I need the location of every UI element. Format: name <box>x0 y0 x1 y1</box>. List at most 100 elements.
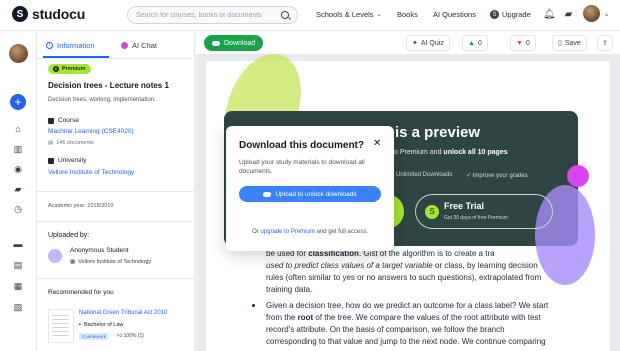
history-icon[interactable]: ◷ <box>13 204 23 214</box>
doc-text-line: corresponding to that value and jump to … <box>266 337 546 346</box>
doc-text-line: rules (often similar to yes or no answer… <box>266 273 542 282</box>
save-label: Save <box>564 39 581 47</box>
upload-to-unlock-button[interactable]: Upload to unlock downloads <box>239 186 381 202</box>
ai-quiz-label: AI Quiz <box>420 39 444 47</box>
document-icon[interactable]: ▦ <box>13 281 23 291</box>
search-input[interactable] <box>136 11 281 19</box>
thumbs-down-icon: ▼ <box>516 39 523 47</box>
logo-icon: S <box>12 6 28 22</box>
share-button[interactable]: ⇪ <box>597 35 613 51</box>
ai-quiz-button[interactable]: ✦ AI Quiz <box>406 35 450 51</box>
bell-icon[interactable]: 🔔︎ <box>543 9 556 20</box>
library-icon[interactable]: ▥ <box>13 144 23 154</box>
dislike-count: 0 <box>525 39 530 47</box>
folder-icon[interactable]: ▬ <box>13 239 23 249</box>
preview-subtitle-bold: unlock all 10 pages <box>443 149 508 156</box>
nav-schools-levels[interactable]: Schools & Levels ⌄ <box>316 10 382 19</box>
search-bar[interactable] <box>127 6 298 24</box>
premium-badge-label: Premium <box>62 66 86 72</box>
thumbs-up-icon: 👍︎ <box>117 333 123 339</box>
uploader-university: ▦ Vellore Institute of Technology <box>70 259 151 265</box>
academic-year: Academic year: 2018/2019 <box>48 203 114 209</box>
document-title: Decision trees - Lecture notes 1 <box>48 81 169 90</box>
course-icon <box>48 117 54 124</box>
divider <box>37 278 194 279</box>
chevron-down-icon[interactable]: ⌄ <box>601 9 612 20</box>
doc-text-line: training data. <box>266 285 313 294</box>
uploader-name: Anonymous Student <box>70 247 129 254</box>
like-count: 0 <box>477 39 482 47</box>
divider <box>37 191 194 192</box>
recommended-label: Recommended for you <box>48 289 114 296</box>
free-trial-button[interactable]: S Free Trial Get 30 days of free Premium <box>415 194 553 229</box>
divider <box>37 221 194 222</box>
share-icon: ⇪ <box>602 40 608 47</box>
notes-icon[interactable]: ▧ <box>13 302 23 312</box>
recommended-course-text: Bachelor of Law <box>83 322 124 328</box>
nav-upgrade[interactable]: S Upgrade <box>490 10 531 19</box>
modal-title: Download this document? <box>239 140 364 151</box>
recommended-course: ▪ Bachelor of Law <box>79 322 123 328</box>
nav-ai-questions-label: AI Questions <box>433 10 476 19</box>
university-link[interactable]: Vellore Institute of Technology <box>48 169 134 176</box>
premium-icon: S <box>425 205 439 219</box>
recommended-thumbnail[interactable] <box>48 309 74 343</box>
ai-chat-icon <box>121 42 128 49</box>
studocu-logo[interactable]: S studocu <box>12 6 85 22</box>
university-icon: ▦ <box>70 259 76 265</box>
nav-ai-questions[interactable]: AI Questions <box>433 10 476 19</box>
recommended-rating: 👍︎ 100% (1) <box>117 333 144 339</box>
preview-subtitle-prefix: o Premium and <box>394 149 442 156</box>
download-modal: Download this document? ✕ Upload your st… <box>226 126 394 251</box>
nav-schools-levels-label: Schools & Levels <box>316 10 374 19</box>
free-trial-subtitle: Get 30 days of free Premium <box>444 215 508 221</box>
like-button[interactable]: ▲ 0 <box>462 35 488 51</box>
nav-books-label: Books <box>397 10 418 19</box>
tab-information[interactable]: i Information <box>46 41 95 50</box>
doc-text-line: used to predict class values of a target… <box>266 260 538 272</box>
cloud-download-icon <box>212 40 220 46</box>
search-icon[interactable] <box>281 11 289 19</box>
ai-icon[interactable]: ◉ <box>13 164 23 174</box>
create-plus-button[interactable]: + <box>10 94 26 110</box>
upload-button-label: Upload to unlock downloads <box>275 190 357 198</box>
document-info-panel: i Information AI Chat S Premium Decision… <box>37 31 195 351</box>
chat-icon[interactable]: ▰ <box>563 9 574 20</box>
dislike-button[interactable]: ▼ 0 <box>510 35 536 51</box>
tab-ai-chat[interactable]: AI Chat <box>121 41 157 50</box>
course-doc-count: ▤ 146 documents <box>48 140 94 146</box>
download-button[interactable]: Download <box>204 35 264 51</box>
doc-text-italic: used to predict class values of a target… <box>266 261 433 270</box>
course-link[interactable]: Machine Learning (CSE4020) <box>48 128 134 135</box>
preview-subtitle: o Premium and unlock all 10 pages <box>394 149 508 156</box>
user-avatar[interactable] <box>583 5 600 22</box>
course-label-text: Course <box>58 117 79 124</box>
university-label: University <box>48 157 87 164</box>
check-icon: ✓ <box>466 173 472 179</box>
preview-feature-grades-text: Improve your grades <box>472 173 528 179</box>
logo-text: studocu <box>32 6 86 22</box>
save-button[interactable]: ▯ Save <box>552 35 587 51</box>
thumbs-up-icon: ▲ <box>468 39 475 47</box>
preview-title: is a preview <box>395 124 481 141</box>
panel-tabs: i Information AI Chat <box>37 31 194 59</box>
close-icon[interactable]: ✕ <box>373 139 381 149</box>
doc-text-fragment: of the tree. We compare the values of th… <box>313 313 541 322</box>
nav-upgrade-label: Upgrade <box>502 10 531 19</box>
chevron-down-icon: ⌄ <box>376 12 382 18</box>
uploaded-by-label: Uploaded by: <box>48 232 90 239</box>
recommended-title-link[interactable]: National Green Tribunal Act 2010 <box>79 310 167 316</box>
home-icon[interactable]: ⌂ <box>13 124 23 134</box>
document-icon: ▤ <box>48 140 54 146</box>
avatar[interactable] <box>9 44 28 63</box>
tab-ai-chat-label: AI Chat <box>132 41 158 50</box>
document-description: Decision trees, working, implementation. <box>48 97 156 103</box>
book-icon[interactable]: ▤ <box>13 260 23 270</box>
nav-books[interactable]: Books <box>397 10 418 19</box>
premium-badge: S Premium <box>48 64 91 74</box>
upgrade-premium-link[interactable]: upgrade to Premium <box>260 229 314 235</box>
preview-feature-downloads: Unlimited Downloads <box>396 172 453 178</box>
chat-icon[interactable]: ▰ <box>13 184 23 194</box>
decorative-blob <box>567 165 589 187</box>
modal-footer: Or upgrade to Premium and get full acces… <box>226 229 394 235</box>
